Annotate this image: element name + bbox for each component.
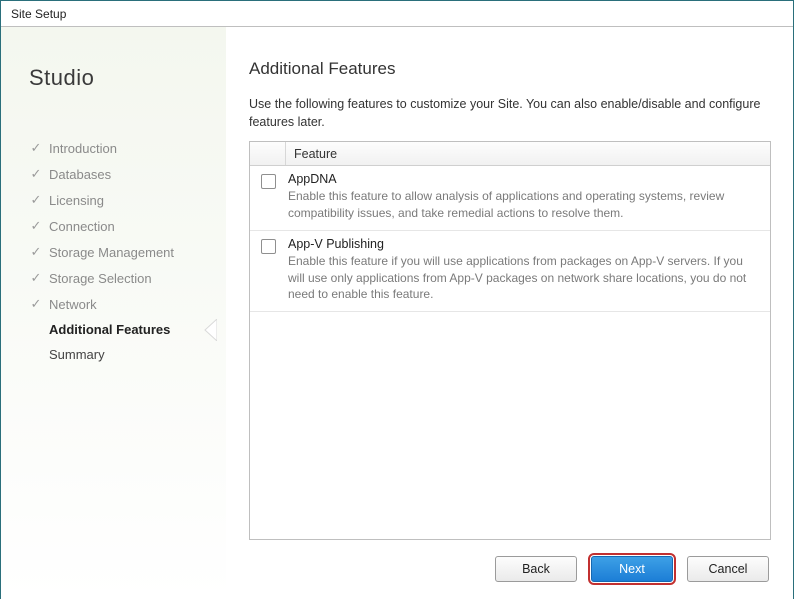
step-label: Summary xyxy=(49,347,105,362)
step-additional-features[interactable]: Additional Features xyxy=(29,317,216,342)
feature-name: App-V Publishing xyxy=(288,237,762,251)
brand-title: Studio xyxy=(29,65,216,91)
feature-row-appdna: AppDNA Enable this feature to allow anal… xyxy=(250,166,770,231)
page-title: Additional Features xyxy=(249,59,771,79)
wizard-steps: ✓ Introduction ✓ Databases ✓ Licensing ✓… xyxy=(29,135,216,367)
grid-header-checkbox-col xyxy=(250,142,286,165)
checkmark-icon: ✓ xyxy=(29,218,43,234)
step-databases[interactable]: ✓ Databases xyxy=(29,161,216,187)
current-step-indicator-icon xyxy=(203,319,217,341)
page-intro: Use the following features to customize … xyxy=(249,95,771,131)
step-network[interactable]: ✓ Network xyxy=(29,291,216,317)
step-label: Introduction xyxy=(49,141,117,156)
content-area: Studio ✓ Introduction ✓ Databases ✓ Lice… xyxy=(1,27,793,600)
step-label: Databases xyxy=(49,167,111,182)
step-storage-selection[interactable]: ✓ Storage Selection xyxy=(29,265,216,291)
cancel-button[interactable]: Cancel xyxy=(687,556,769,582)
grid-header: Feature xyxy=(250,142,770,166)
step-label: Additional Features xyxy=(49,322,170,337)
step-label: Network xyxy=(49,297,97,312)
checkmark-icon: ✓ xyxy=(29,296,43,312)
step-licensing[interactable]: ✓ Licensing xyxy=(29,187,216,213)
checkmark-icon: ✓ xyxy=(29,244,43,260)
checkmark-icon: ✓ xyxy=(29,140,43,156)
features-grid: Feature AppDNA Enable this feature to al… xyxy=(249,141,771,540)
main-panel: Additional Features Use the following fe… xyxy=(226,27,793,600)
step-label: Storage Management xyxy=(49,245,174,260)
grid-body: AppDNA Enable this feature to allow anal… xyxy=(250,166,770,539)
feature-checkbox-appdna[interactable] xyxy=(261,174,276,189)
next-button[interactable]: Next xyxy=(591,556,673,582)
step-connection[interactable]: ✓ Connection xyxy=(29,213,216,239)
checkmark-icon: ✓ xyxy=(29,192,43,208)
back-button[interactable]: Back xyxy=(495,556,577,582)
feature-description: Enable this feature to allow analysis of… xyxy=(288,188,762,222)
step-label: Storage Selection xyxy=(49,271,152,286)
grid-header-feature: Feature xyxy=(286,142,770,165)
step-storage-management[interactable]: ✓ Storage Management xyxy=(29,239,216,265)
step-label: Licensing xyxy=(49,193,104,208)
wizard-buttons: Back Next Cancel xyxy=(249,540,771,586)
feature-checkbox-appv[interactable] xyxy=(261,239,276,254)
step-label: Connection xyxy=(49,219,115,234)
feature-description: Enable this feature if you will use appl… xyxy=(288,253,762,303)
window-titlebar: Site Setup xyxy=(1,1,793,27)
checkmark-icon: ✓ xyxy=(29,270,43,286)
checkmark-icon: ✓ xyxy=(29,166,43,182)
feature-row-appv: App-V Publishing Enable this feature if … xyxy=(250,231,770,312)
wizard-sidebar: Studio ✓ Introduction ✓ Databases ✓ Lice… xyxy=(1,27,226,600)
window-title: Site Setup xyxy=(11,7,66,21)
step-introduction[interactable]: ✓ Introduction xyxy=(29,135,216,161)
feature-name: AppDNA xyxy=(288,172,762,186)
step-summary[interactable]: Summary xyxy=(29,342,216,367)
